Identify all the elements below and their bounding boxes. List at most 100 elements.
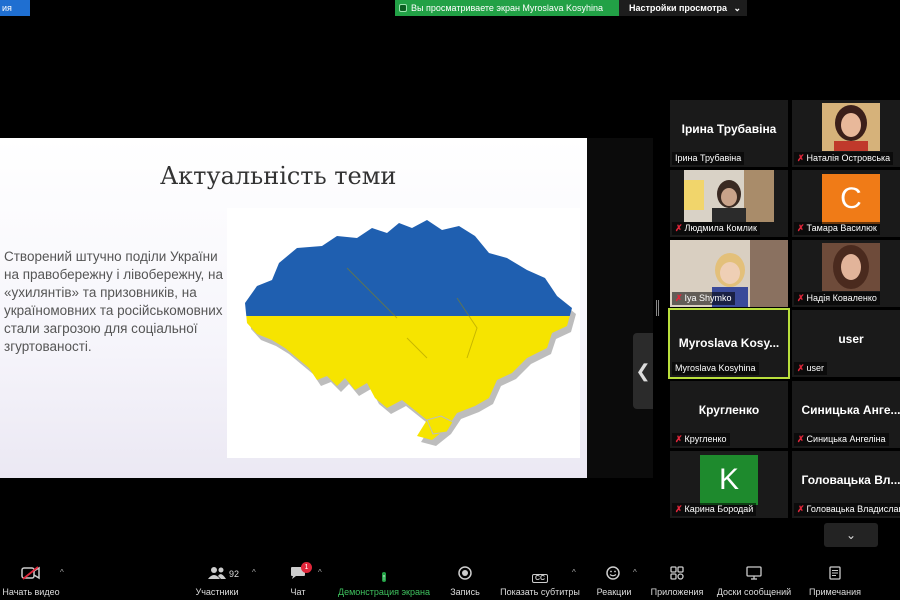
participant-tile-borodai[interactable]: K ✗ Карина Бородай — [670, 451, 788, 518]
participant-tile-trubavina[interactable]: Ірина Трубавіна Ірина Трубавіна — [670, 100, 788, 167]
participant-label: ✗ Кругленко — [672, 433, 730, 446]
video-off-icon — [21, 566, 41, 584]
participant-avatar: C — [822, 174, 880, 224]
start-video-button[interactable]: Начать видео — [2, 556, 60, 600]
participant-label: ✗ Тамара Василюк — [794, 222, 880, 235]
participant-label: ✗ Iya Shymko — [672, 292, 735, 305]
chat-label: Чат — [290, 587, 306, 597]
share-screen-button[interactable]: ↑ Демонстрация экрана — [334, 556, 434, 600]
participant-name-large: Кругленко — [698, 403, 760, 417]
screen-share-banner: Вы просматриваете экран Myroslava Kosyhi… — [395, 0, 747, 16]
mic-muted-icon: ✗ — [797, 504, 805, 514]
participant-tile-user[interactable]: user ✗ user — [792, 310, 900, 377]
share-screen-label: Демонстрация экрана — [338, 587, 430, 597]
mic-muted-icon: ✗ — [797, 223, 805, 233]
participant-label: ✗ Надія Коваленко — [794, 292, 880, 305]
whiteboard-icon — [746, 566, 762, 584]
viewing-screen-indicator: Вы просматриваете экран Myroslava Kosyhi… — [395, 0, 619, 16]
captions-label: Показать субтитры — [500, 587, 580, 597]
participant-tile-holovatska[interactable]: Головацька Вл... ✗ Головацька Владислава — [792, 451, 900, 518]
slide-body-text: Створений штучно поділи України на право… — [4, 249, 223, 354]
apps-icon — [670, 566, 684, 584]
record-button[interactable]: Запись — [447, 556, 483, 600]
participant-label: ✗ user — [794, 362, 828, 375]
record-label: Запись — [450, 587, 480, 597]
participant-label: ✗ Карина Бородай — [672, 503, 757, 516]
participant-tile-synytska[interactable]: Синицька Анге... ✗ Синицька Ангеліна — [792, 381, 900, 448]
reactions-button[interactable]: Реакции — [594, 556, 634, 600]
captions-options-caret[interactable]: ^ — [572, 568, 576, 577]
chevron-down-icon: ⌄ — [845, 528, 857, 542]
ukraine-map-image — [227, 208, 580, 458]
participant-label: ✗ Наталія Островська — [794, 152, 894, 165]
reactions-options-caret[interactable]: ^ — [633, 568, 637, 577]
participant-label: ✗ Головацька Владислава — [794, 503, 900, 516]
mic-muted-icon: ✗ — [797, 153, 805, 163]
participant-tile-kruglenko[interactable]: Кругленко ✗ Кругленко — [670, 381, 788, 448]
participants-label: Участники — [195, 587, 239, 597]
collapse-gallery-button[interactable]: ❮ — [633, 333, 653, 409]
participants-count: 92 — [229, 569, 240, 579]
record-icon — [458, 566, 472, 584]
whiteboards-label: Доски сообщений — [716, 587, 792, 597]
mic-muted-icon: ✗ — [675, 434, 683, 444]
closed-captions-icon: CC — [531, 567, 549, 584]
chat-button[interactable]: 1 Чат — [285, 556, 312, 600]
video-options-caret[interactable]: ^ — [60, 568, 64, 577]
view-options-label: Настройки просмотра — [629, 3, 728, 13]
chevron-down-icon: ⌄ — [733, 2, 741, 13]
shared-screen: Актуальність теми Створений штучно поділ… — [0, 138, 587, 478]
mic-muted-icon: ✗ — [797, 293, 805, 303]
apps-label: Приложения — [650, 587, 704, 597]
ukraine-flag-map — [245, 220, 576, 446]
participant-name-large: Синицька Анге... — [801, 403, 900, 417]
smiley-plus-icon — [606, 566, 622, 584]
chevron-left-icon: ❮ — [635, 360, 651, 381]
participant-photo — [822, 103, 880, 151]
participant-label: Myroslava Kosyhina — [672, 362, 759, 375]
participant-label: ✗ Синицька Ангеліна — [794, 433, 889, 446]
participant-name-large: Ірина Трубавіна — [681, 122, 777, 136]
mic-muted-icon: ✗ — [797, 363, 805, 373]
participant-avatar: K — [700, 455, 758, 505]
notes-button[interactable]: Примечания — [804, 556, 866, 600]
share-screen-icon: ↑ — [381, 572, 387, 582]
participant-tile-vasyliuk[interactable]: C ✗ Тамара Василюк — [792, 170, 900, 237]
captions-button[interactable]: CC Показать субтитры — [498, 556, 582, 600]
notes-icon — [829, 566, 841, 584]
mic-muted-icon: ✗ — [675, 223, 683, 233]
mic-muted-icon: ✗ — [797, 434, 805, 444]
chat-unread-badge: 1 — [301, 562, 312, 573]
meeting-toolbar: Начать видео ^ Участники 92 ^ 1 Чат ^ ↑ … — [0, 556, 900, 600]
gallery-next-page-button[interactable]: ⌄ — [824, 523, 878, 547]
participants-icon — [207, 566, 227, 584]
whiteboards-button[interactable]: Доски сообщений — [714, 556, 794, 600]
participant-tile-shymko[interactable]: ✗ Iya Shymko — [670, 240, 788, 307]
chat-options-caret[interactable]: ^ — [318, 568, 322, 577]
participant-tile-komlyk[interactable]: ✗ Людмила Комлик — [670, 170, 788, 237]
participant-photo — [822, 243, 880, 291]
start-video-label: Начать видео — [2, 587, 60, 597]
window-title-fragment: ия — [0, 0, 30, 16]
mic-muted-icon: ✗ — [675, 504, 683, 514]
participants-options-caret[interactable]: ^ — [252, 568, 256, 577]
notes-label: Примечания — [809, 587, 861, 597]
share-letterbox — [587, 138, 653, 478]
chat-icon: 1 — [290, 562, 312, 584]
reactions-label: Реакции — [596, 587, 632, 597]
participant-label: Ірина Трубавіна — [672, 152, 745, 165]
participant-tile-kovalenko[interactable]: ✗ Надія Коваленко — [792, 240, 900, 307]
participant-name-large: Головацька Вл... — [801, 473, 900, 487]
apps-button[interactable]: Приложения — [648, 556, 706, 600]
viewing-screen-text: Вы просматриваете экран Myroslava Kosyhi… — [411, 3, 603, 13]
participant-name-large: user — [838, 332, 864, 346]
mic-muted-icon: ✗ — [675, 293, 683, 303]
participant-name-large: Myroslava Kosy... — [678, 336, 780, 350]
view-options-button[interactable]: Настройки просмотра ⌄ — [619, 0, 747, 16]
participant-tile-active-speaker[interactable]: Myroslava Kosy... Myroslava Kosyhina — [668, 308, 790, 379]
slide-title: Актуальність теми — [160, 162, 397, 190]
participant-tile-ostrovska[interactable]: ✗ Наталія Островська — [792, 100, 900, 167]
participant-video — [684, 170, 774, 222]
participant-label: ✗ Людмила Комлик — [672, 222, 760, 235]
gallery-resize-handle[interactable] — [656, 300, 659, 316]
